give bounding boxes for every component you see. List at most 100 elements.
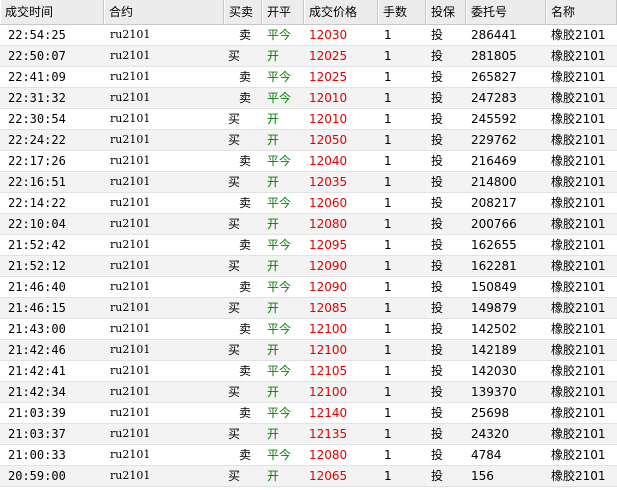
contract-cell: ru2101 <box>110 259 151 272</box>
column-header-name[interactable]: 名称 <box>546 0 617 24</box>
trade-time-cell: 21:52:12 <box>8 259 66 273</box>
trade-time-cell: 22:41:09 <box>8 70 66 84</box>
table-row[interactable]: 21:00:33 ru2101 卖 平今 12080 1 投 4784 橡胶2101 <box>0 445 617 466</box>
contract-cell: ru2101 <box>110 217 151 230</box>
order-no-cell: 142502 <box>471 322 517 336</box>
quantity-cell: 1 <box>384 301 392 315</box>
instrument-name-cell: 橡胶2101 <box>551 154 606 168</box>
column-header-direction[interactable]: 买卖 <box>224 0 262 24</box>
table-row[interactable]: 22:31:32 ru2101 卖 平今 12010 1 投 247283 橡胶2101 <box>0 88 617 109</box>
quantity-cell: 1 <box>384 175 392 189</box>
table-row[interactable]: 20:59:00 ru2101 买 开 12065 1 投 156 橡胶2101 <box>0 466 617 487</box>
direction-cell: 买 <box>228 469 241 483</box>
contract-cell: ru2101 <box>110 112 151 125</box>
open-close-cell: 平今 <box>267 154 292 168</box>
contract-cell: ru2101 <box>110 385 151 398</box>
direction-cell: 卖 <box>239 364 252 378</box>
table-row[interactable]: 22:16:51 ru2101 买 开 12035 1 投 214800 橡胶2101 <box>0 172 617 193</box>
direction-cell: 卖 <box>239 238 252 252</box>
hedge-cell: 投 <box>431 28 444 42</box>
table-row[interactable]: 22:50:07 ru2101 买 开 12025 1 投 281805 橡胶2101 <box>0 46 617 67</box>
table-row[interactable]: 22:54:25 ru2101 卖 平今 12030 1 投 286441 橡胶2101 <box>0 25 617 46</box>
column-header-contract[interactable]: 合约 <box>104 0 224 24</box>
open-close-cell: 开 <box>267 469 280 483</box>
table-row[interactable]: 21:46:15 ru2101 买 开 12085 1 投 149879 橡胶2101 <box>0 298 617 319</box>
open-close-cell: 开 <box>267 175 280 189</box>
quantity-cell: 1 <box>384 427 392 441</box>
trade-time-cell: 21:46:40 <box>8 280 66 294</box>
hedge-cell: 投 <box>431 364 444 378</box>
order-no-cell: 24320 <box>471 427 510 441</box>
price-cell: 12100 <box>309 343 348 357</box>
column-header-price[interactable]: 成交价格 <box>304 0 378 24</box>
table-row[interactable]: 21:03:37 ru2101 买 开 12135 1 投 24320 橡胶2101 <box>0 424 617 445</box>
trade-time-cell: 22:24:22 <box>8 133 66 147</box>
table-row[interactable]: 21:42:46 ru2101 买 开 12100 1 投 142189 橡胶2101 <box>0 340 617 361</box>
table-row[interactable]: 21:03:39 ru2101 卖 平今 12140 1 投 25698 橡胶2101 <box>0 403 617 424</box>
order-no-cell: 150849 <box>471 280 517 294</box>
trade-time-cell: 22:50:07 <box>8 49 66 63</box>
hedge-cell: 投 <box>431 301 444 315</box>
order-no-cell: 142189 <box>471 343 517 357</box>
price-cell: 12030 <box>309 28 348 42</box>
instrument-name-cell: 橡胶2101 <box>551 364 606 378</box>
table-row[interactable]: 22:10:04 ru2101 买 开 12080 1 投 200766 橡胶2101 <box>0 214 617 235</box>
instrument-name-cell: 橡胶2101 <box>551 175 606 189</box>
open-close-cell: 开 <box>267 133 280 147</box>
table-row[interactable]: 22:17:26 ru2101 卖 平今 12040 1 投 216469 橡胶2101 <box>0 151 617 172</box>
table-row[interactable]: 21:42:34 ru2101 买 开 12100 1 投 139370 橡胶2101 <box>0 382 617 403</box>
direction-cell: 买 <box>228 427 241 441</box>
column-header-order-no[interactable]: 委托号 <box>466 0 546 24</box>
instrument-name-cell: 橡胶2101 <box>551 427 606 441</box>
instrument-name-cell: 橡胶2101 <box>551 259 606 273</box>
table-row[interactable]: 21:43:00 ru2101 卖 平今 12100 1 投 142502 橡胶2101 <box>0 319 617 340</box>
open-close-cell: 平今 <box>267 280 292 294</box>
table-row[interactable]: 21:52:12 ru2101 买 开 12090 1 投 162281 橡胶2101 <box>0 256 617 277</box>
instrument-name-cell: 橡胶2101 <box>551 196 606 210</box>
open-close-cell: 开 <box>267 301 280 315</box>
contract-cell: ru2101 <box>110 28 151 41</box>
column-header-time[interactable]: 成交时间 <box>0 0 104 24</box>
direction-cell: 卖 <box>239 448 252 462</box>
direction-cell: 卖 <box>239 154 252 168</box>
trade-time-cell: 21:03:39 <box>8 406 66 420</box>
trade-time-cell: 22:16:51 <box>8 175 66 189</box>
table-row[interactable]: 22:14:22 ru2101 卖 平今 12060 1 投 208217 橡胶2101 <box>0 193 617 214</box>
open-close-cell: 开 <box>267 49 280 63</box>
hedge-cell: 投 <box>431 49 444 63</box>
price-cell: 12065 <box>309 469 348 483</box>
trade-time-cell: 22:10:04 <box>8 217 66 231</box>
trade-records-grid: 成交时间 合约 买卖 开平 成交价格 手数 投保 委托号 名称 22:54:25… <box>0 0 617 490</box>
direction-cell: 卖 <box>239 322 252 336</box>
order-no-cell: 139370 <box>471 385 517 399</box>
column-header-hedge[interactable]: 投保 <box>426 0 466 24</box>
order-no-cell: 265827 <box>471 70 517 84</box>
column-header-open-close[interactable]: 开平 <box>262 0 304 24</box>
instrument-name-cell: 橡胶2101 <box>551 28 606 42</box>
table-row[interactable]: 21:52:42 ru2101 卖 平今 12095 1 投 162655 橡胶2101 <box>0 235 617 256</box>
table-row[interactable]: 21:42:41 ru2101 卖 平今 12105 1 投 142030 橡胶2101 <box>0 361 617 382</box>
direction-cell: 卖 <box>239 280 252 294</box>
table-row[interactable]: 22:24:22 ru2101 买 开 12050 1 投 229762 橡胶2101 <box>0 130 617 151</box>
hedge-cell: 投 <box>431 196 444 210</box>
hedge-cell: 投 <box>431 448 444 462</box>
open-close-cell: 开 <box>267 385 280 399</box>
quantity-cell: 1 <box>384 133 392 147</box>
table-row[interactable]: 22:30:54 ru2101 买 开 12010 1 投 245592 橡胶2101 <box>0 109 617 130</box>
order-no-cell: 162281 <box>471 259 517 273</box>
instrument-name-cell: 橡胶2101 <box>551 280 606 294</box>
hedge-cell: 投 <box>431 154 444 168</box>
hedge-cell: 投 <box>431 217 444 231</box>
table-row[interactable]: 21:46:40 ru2101 卖 平今 12090 1 投 150849 橡胶2101 <box>0 277 617 298</box>
trade-time-cell: 21:42:34 <box>8 385 66 399</box>
hedge-cell: 投 <box>431 91 444 105</box>
price-cell: 12025 <box>309 70 348 84</box>
instrument-name-cell: 橡胶2101 <box>551 385 606 399</box>
direction-cell: 买 <box>228 175 241 189</box>
instrument-name-cell: 橡胶2101 <box>551 238 606 252</box>
price-cell: 12010 <box>309 91 348 105</box>
column-header-quantity[interactable]: 手数 <box>378 0 426 24</box>
direction-cell: 买 <box>228 301 241 315</box>
quantity-cell: 1 <box>384 91 392 105</box>
table-row[interactable]: 22:41:09 ru2101 卖 平今 12025 1 投 265827 橡胶2101 <box>0 67 617 88</box>
